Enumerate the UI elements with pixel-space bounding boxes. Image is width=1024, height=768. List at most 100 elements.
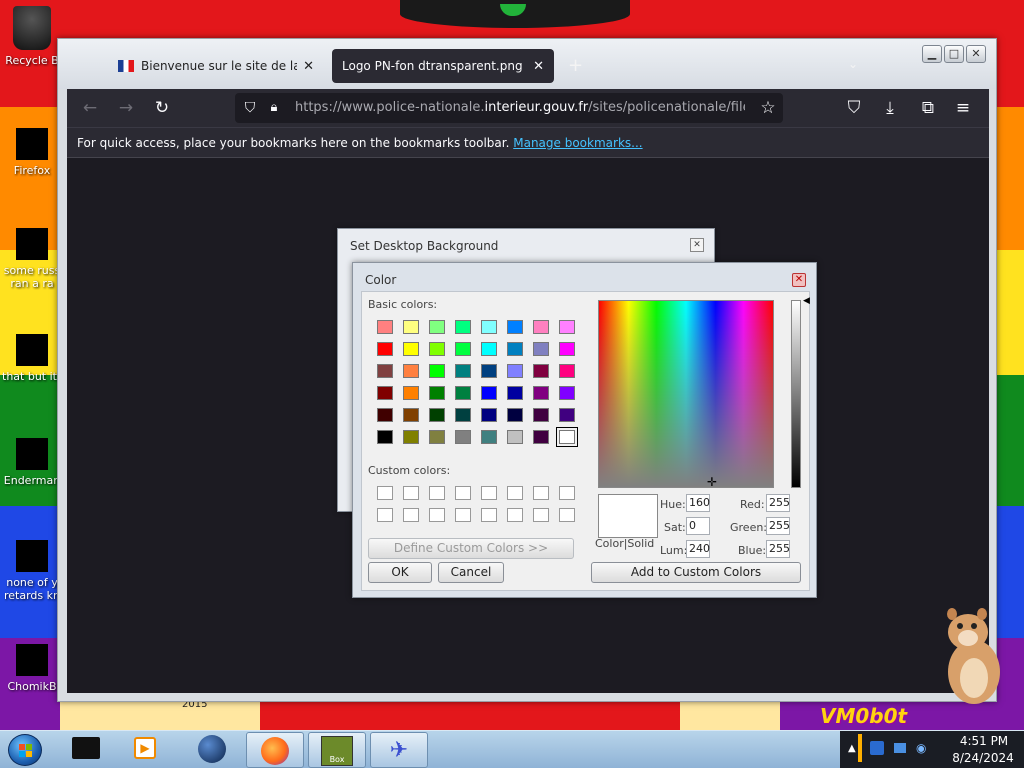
hue-field[interactable]: 160 xyxy=(686,494,710,512)
basic-color-swatch[interactable] xyxy=(377,386,393,400)
sat-field[interactable]: 0 xyxy=(686,517,710,535)
desktop-icon-enderman[interactable]: Enderman xyxy=(2,438,62,487)
desktop-icon-none[interactable]: none of y retards kn xyxy=(2,540,62,602)
basic-color-swatch[interactable] xyxy=(455,386,471,400)
tray-expand-icon[interactable]: ▲ xyxy=(848,743,856,754)
desktop-icon-folder[interactable]: that but its xyxy=(2,334,62,383)
custom-color-swatch[interactable] xyxy=(507,508,523,522)
basic-color-swatch[interactable] xyxy=(429,320,445,334)
manage-bookmarks-link[interactable]: Manage bookmarks... xyxy=(513,136,642,150)
cancel-button[interactable]: Cancel xyxy=(438,562,504,583)
url-bar[interactable]: ⛉ 🔒︎ https://www.police-nationale.interi… xyxy=(235,93,783,123)
custom-color-swatch[interactable] xyxy=(377,508,393,522)
basic-color-swatch[interactable] xyxy=(403,342,419,356)
basic-color-swatch[interactable] xyxy=(455,320,471,334)
basic-color-swatch[interactable] xyxy=(455,408,471,422)
desktop-icon-firefox[interactable]: Firefox xyxy=(2,128,62,177)
basic-color-swatch[interactable] xyxy=(559,320,575,334)
basic-color-swatch[interactable] xyxy=(455,342,471,356)
basic-color-swatch[interactable] xyxy=(481,430,497,444)
custom-color-swatch[interactable] xyxy=(559,486,575,500)
desktop-icon-chomik[interactable]: ChomikB xyxy=(2,644,62,693)
extensions-icon[interactable]: ⧉ xyxy=(917,97,939,119)
custom-color-swatch[interactable] xyxy=(481,486,497,500)
green-field[interactable]: 255 xyxy=(766,517,790,535)
luminosity-arrow-icon[interactable]: ◀ xyxy=(803,296,810,306)
custom-color-swatch[interactable] xyxy=(559,508,575,522)
basic-color-swatch[interactable] xyxy=(481,320,497,334)
basic-color-swatch[interactable] xyxy=(377,430,393,444)
desktop-icon-recycle-bin[interactable]: Recycle B xyxy=(2,6,62,67)
bookmark-star-icon[interactable]: ☆ xyxy=(757,97,779,119)
basic-color-swatch[interactable] xyxy=(429,342,445,356)
custom-color-swatch[interactable] xyxy=(403,508,419,522)
basic-color-swatch[interactable] xyxy=(403,364,419,378)
basic-color-swatch[interactable] xyxy=(507,386,523,400)
basic-color-swatch[interactable] xyxy=(455,364,471,378)
close-window-button[interactable]: ✕ xyxy=(966,45,986,63)
tab-police-site[interactable]: Bienvenue sur le site de la police ✕ xyxy=(108,49,324,83)
basic-color-swatch[interactable] xyxy=(455,430,471,444)
luminosity-slider[interactable] xyxy=(791,300,801,488)
define-custom-colors-button[interactable]: Define Custom Colors >> xyxy=(368,538,574,559)
basic-color-swatch[interactable] xyxy=(533,364,549,378)
speaker-icon[interactable]: ◉ xyxy=(916,741,926,755)
lock-icon[interactable]: 🔒︎ xyxy=(263,97,285,119)
custom-color-swatch[interactable] xyxy=(429,486,445,500)
red-field[interactable]: 255 xyxy=(766,494,790,512)
basic-color-swatch[interactable] xyxy=(507,320,523,334)
basic-color-swatch[interactable] xyxy=(481,408,497,422)
taskbar-app-bird[interactable]: ✈ xyxy=(370,732,428,768)
basic-color-swatch[interactable] xyxy=(403,408,419,422)
basic-color-swatch[interactable] xyxy=(559,408,575,422)
basic-color-swatch[interactable] xyxy=(377,320,393,334)
reload-icon[interactable]: ↻ xyxy=(151,97,173,119)
close-icon[interactable]: ✕ xyxy=(792,273,806,287)
taskbar-app-media[interactable]: ▶ xyxy=(134,737,162,763)
clock-time[interactable]: 4:51 PM xyxy=(950,734,1018,748)
tab-list-chevron-icon[interactable]: ⌄ xyxy=(848,57,858,71)
basic-color-swatch[interactable] xyxy=(556,427,578,447)
minimize-button[interactable]: ▁ xyxy=(922,45,942,63)
desktop-icon-file[interactable]: some russ ran a ra xyxy=(2,228,62,290)
basic-color-swatch[interactable] xyxy=(559,342,575,356)
custom-color-swatch[interactable] xyxy=(429,508,445,522)
basic-color-swatch[interactable] xyxy=(429,430,445,444)
custom-color-swatch[interactable] xyxy=(533,486,549,500)
basic-color-swatch[interactable] xyxy=(481,364,497,378)
basic-color-swatch[interactable] xyxy=(377,342,393,356)
basic-color-swatch[interactable] xyxy=(403,430,419,444)
custom-color-swatch[interactable] xyxy=(507,486,523,500)
close-icon[interactable]: ✕ xyxy=(690,238,704,252)
clock-date[interactable]: 8/24/2024 xyxy=(944,751,1022,765)
color-spectrum[interactable]: ✛ xyxy=(598,300,774,488)
basic-color-swatch[interactable] xyxy=(533,342,549,356)
basic-color-swatch[interactable] xyxy=(429,364,445,378)
basic-color-swatch[interactable] xyxy=(559,386,575,400)
basic-color-swatch[interactable] xyxy=(533,386,549,400)
ok-button[interactable]: OK xyxy=(368,562,432,583)
blue-field[interactable]: 255 xyxy=(766,540,790,558)
new-tab-icon[interactable]: + xyxy=(568,55,583,76)
basic-color-swatch[interactable] xyxy=(507,408,523,422)
basic-color-swatch[interactable] xyxy=(429,408,445,422)
basic-color-swatch[interactable] xyxy=(403,320,419,334)
basic-color-swatch[interactable] xyxy=(403,386,419,400)
basic-color-swatch[interactable] xyxy=(429,386,445,400)
menu-icon[interactable]: ≡ xyxy=(952,97,974,119)
download-icon[interactable]: ⤓ xyxy=(879,97,901,119)
custom-color-swatch[interactable] xyxy=(481,508,497,522)
taskbar-app-monitor[interactable] xyxy=(72,737,104,763)
maximize-button[interactable]: □ xyxy=(944,45,964,63)
basic-color-swatch[interactable] xyxy=(481,386,497,400)
close-tab-icon[interactable]: ✕ xyxy=(303,59,314,74)
pocket-icon[interactable]: ⛉ xyxy=(843,97,865,119)
custom-color-swatch[interactable] xyxy=(455,486,471,500)
basic-color-swatch[interactable] xyxy=(559,364,575,378)
basic-color-swatch[interactable] xyxy=(377,408,393,422)
basic-color-swatch[interactable] xyxy=(533,430,549,444)
taskbar-app-globe[interactable] xyxy=(198,735,228,765)
basic-color-swatch[interactable] xyxy=(507,430,523,444)
tray-volume-indicator[interactable] xyxy=(858,734,862,762)
custom-color-swatch[interactable] xyxy=(377,486,393,500)
